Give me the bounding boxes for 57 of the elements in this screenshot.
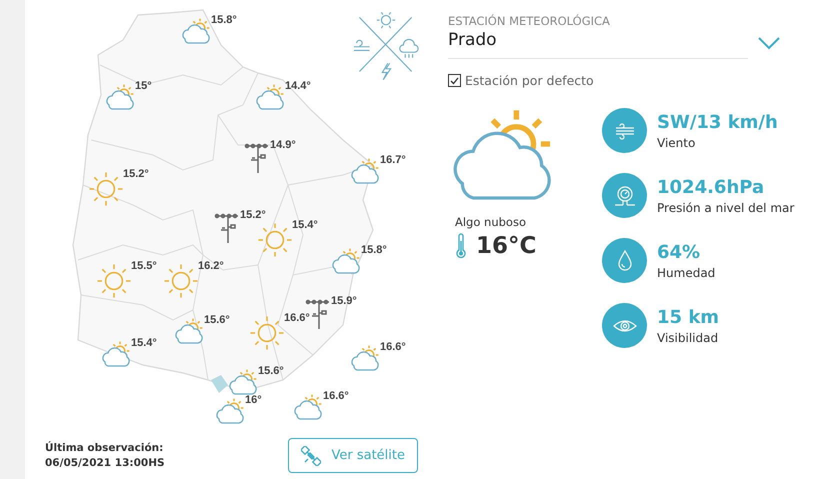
temperature-label: 14.9° — [270, 139, 296, 151]
temperature-label: 15.2° — [240, 209, 266, 221]
temperature-label: 16.6° — [380, 341, 406, 353]
temperature-label: 16.6° — [323, 390, 349, 402]
temperature-label: 15.8° — [361, 244, 387, 256]
sun-icon — [258, 223, 292, 257]
temperature-label: 16.2° — [198, 260, 224, 272]
sun-icon — [97, 264, 131, 298]
weather-station-icon — [244, 143, 270, 173]
temperature-label: 16° — [245, 394, 262, 406]
partly-cloudy-icon — [105, 84, 135, 111]
stat-label: Visibilidad — [657, 330, 720, 344]
current-temperature: 16°C — [476, 233, 536, 260]
last-observation-time: 06/05/2021 13:00HS — [45, 457, 165, 469]
temperature-label: 15.4° — [292, 219, 318, 231]
partly-cloudy-icon — [228, 369, 258, 396]
temperature-label: 15.8° — [211, 14, 237, 26]
partly-cloudy-icon — [350, 345, 380, 372]
temperature-label: 15.9° — [331, 295, 357, 307]
temperature-label: 15.6° — [204, 314, 230, 326]
sun-icon — [250, 316, 284, 350]
sun-icon — [164, 264, 198, 298]
temperature-label: 14.4° — [285, 80, 311, 92]
sun-icon — [89, 172, 123, 206]
temperature-label: 16.6° — [284, 312, 310, 324]
partly-cloudy-icon — [174, 318, 204, 345]
temperature-label: 15° — [135, 80, 152, 92]
station-label: ESTACIÓN METEOROLÓGICA — [448, 14, 611, 28]
department-highlight — [211, 375, 228, 393]
default-station-checkbox[interactable] — [448, 74, 461, 87]
default-station-label: Estación por defecto — [465, 73, 594, 88]
thermometer-icon — [456, 233, 466, 260]
temperature-label: 15.5° — [131, 260, 157, 272]
partly-cloudy-icon — [293, 394, 323, 421]
stat-value: SW/13 km/h — [657, 112, 778, 132]
station-select[interactable]: Prado — [448, 28, 748, 59]
partly-cloudy-icon — [215, 398, 245, 425]
temperature-label: 15.4° — [131, 337, 157, 349]
temperature-label: 15.2° — [123, 168, 149, 180]
partly-cloudy-icon — [350, 158, 380, 185]
stat-value: 15 km — [657, 306, 720, 328]
partly-cloudy-icon — [101, 341, 131, 368]
stat-label: Humedad — [657, 266, 716, 280]
stat-value: 1024.6hPa — [657, 176, 766, 198]
partly-cloudy-icon — [255, 84, 285, 111]
partly-cloudy-icon — [331, 248, 361, 275]
temperature-label: 15.6° — [258, 365, 284, 377]
stat-label: Viento — [657, 136, 696, 150]
partly-cloudy-icon — [181, 18, 211, 45]
stat-label: Presión a nivel del mar — [657, 200, 794, 214]
stat-value: 64% — [657, 242, 702, 262]
satellite-icon — [301, 446, 322, 466]
chevron-down-icon[interactable] — [758, 37, 780, 50]
weather-station-icon — [214, 213, 240, 243]
last-observation-label: Última observación: — [45, 442, 164, 454]
temperature-label: 16.7° — [380, 154, 406, 166]
condition-label: Algo nuboso — [455, 215, 526, 230]
